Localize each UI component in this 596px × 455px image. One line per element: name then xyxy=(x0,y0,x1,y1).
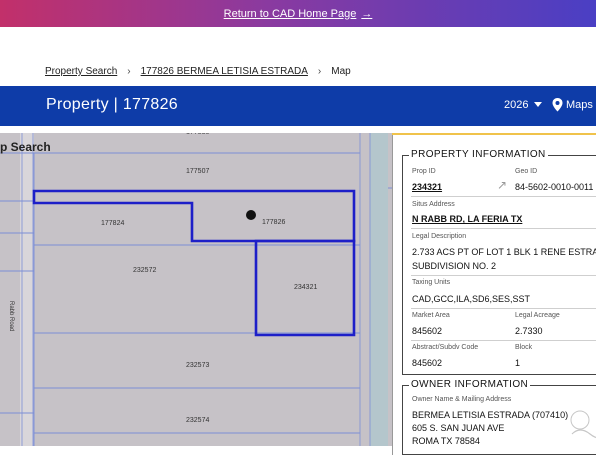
market-area-label: Market Area xyxy=(412,312,450,319)
year-select[interactable]: 2026 xyxy=(504,99,543,111)
map-search-heading: p Search xyxy=(0,140,51,154)
breadcrumb-property-search[interactable]: Property Search xyxy=(45,66,117,77)
owner-name-label: Owner Name & Mailing Address xyxy=(412,396,512,403)
legal-acreage-label: Legal Acreage xyxy=(515,312,560,319)
divider xyxy=(411,196,596,197)
property-header-bar: Property | 177826 2026 Maps xyxy=(0,86,596,126)
caret-down-icon xyxy=(534,102,543,107)
watermark-logo-icon xyxy=(570,410,596,439)
maps-button[interactable]: Maps xyxy=(552,98,593,112)
block-value: 1 xyxy=(515,358,521,368)
owner-name-value: BERMEA LETISIA ESTRADA (707410) xyxy=(412,410,569,420)
divider xyxy=(411,340,596,341)
parcel-label: 177507 xyxy=(186,168,210,175)
situs-address-label: Situs Address xyxy=(412,201,455,208)
canal-strip xyxy=(370,133,388,446)
owner-address-line-1: 605 S. SAN JUAN AVE xyxy=(412,423,505,433)
owner-information-heading: OWNER INFORMATION xyxy=(409,379,531,390)
maps-label: Maps xyxy=(566,99,593,111)
geo-id-label: Geo ID xyxy=(515,168,538,175)
abstract-code-value: 845602 xyxy=(412,358,443,368)
parcel-label: 232573 xyxy=(186,362,210,369)
property-information-card: PROPERTY INFORMATION Prop ID 234321 ↗ Ge… xyxy=(402,149,596,375)
legal-description-line-2: SUBDIVISION NO. 2 xyxy=(412,261,497,271)
breadcrumb-separator-icon: › xyxy=(127,66,131,77)
situs-address-link[interactable]: N RABB RD, LA FERIA TX xyxy=(412,214,522,224)
parcel-label: 232574 xyxy=(186,417,210,424)
divider xyxy=(411,228,596,229)
parcel-label: 234321 xyxy=(294,284,318,291)
breadcrumb: Property Search › 177826 BERMEA LETISIA … xyxy=(45,66,351,77)
arrow-right-icon: → xyxy=(361,7,373,20)
page-title: Property | 177826 xyxy=(46,96,179,113)
breadcrumb-property-record[interactable]: 177826 BERMEA LETISIA ESTRADA xyxy=(141,66,308,77)
block-label: Block xyxy=(515,344,533,351)
return-home-link[interactable]: Return to CAD Home Page → xyxy=(224,8,373,20)
taxing-units-label: Taxing Units xyxy=(412,279,451,286)
parcel-label: 177826 xyxy=(262,219,286,226)
prop-id-link[interactable]: 234321 xyxy=(412,182,442,192)
return-home-label: Return to CAD Home Page xyxy=(223,7,357,20)
parcel-label-cut: 177530 xyxy=(186,133,209,136)
legal-acreage-value: 2.7330 xyxy=(515,326,543,336)
divider xyxy=(411,308,596,309)
road-label: Rabb Road xyxy=(8,301,14,332)
location-marker xyxy=(246,210,256,220)
breadcrumb-separator-icon: › xyxy=(317,66,322,77)
legal-description-label: Legal Description xyxy=(412,233,467,240)
divider xyxy=(411,275,596,276)
legal-description-line-1: 2.733 ACS PT OF LOT 1 BLK 1 RENE ESTRADA xyxy=(412,247,596,257)
abstract-code-label: Abstract/Subdv Code xyxy=(412,344,479,351)
parcel-label: 232572 xyxy=(133,267,157,274)
top-banner: Return to CAD Home Page → xyxy=(0,0,596,27)
market-area-value: 845602 xyxy=(412,326,443,336)
geo-id-value: 84-5602-0010-0011 xyxy=(515,182,594,192)
taxing-units-value: CAD,GCC,ILA,SD6,SES,SST xyxy=(412,294,531,304)
parcel-label: 177824 xyxy=(101,220,125,227)
year-value: 2026 xyxy=(504,99,529,111)
prop-id-label: Prop ID xyxy=(412,168,436,175)
owner-address-line-2: ROMA TX 78584 xyxy=(412,436,480,446)
arrow-up-right-icon[interactable]: ↗ xyxy=(497,178,507,192)
breadcrumb-current: Map xyxy=(331,66,351,77)
property-information-heading: PROPERTY INFORMATION xyxy=(409,149,548,160)
map-pin-icon xyxy=(552,98,563,112)
